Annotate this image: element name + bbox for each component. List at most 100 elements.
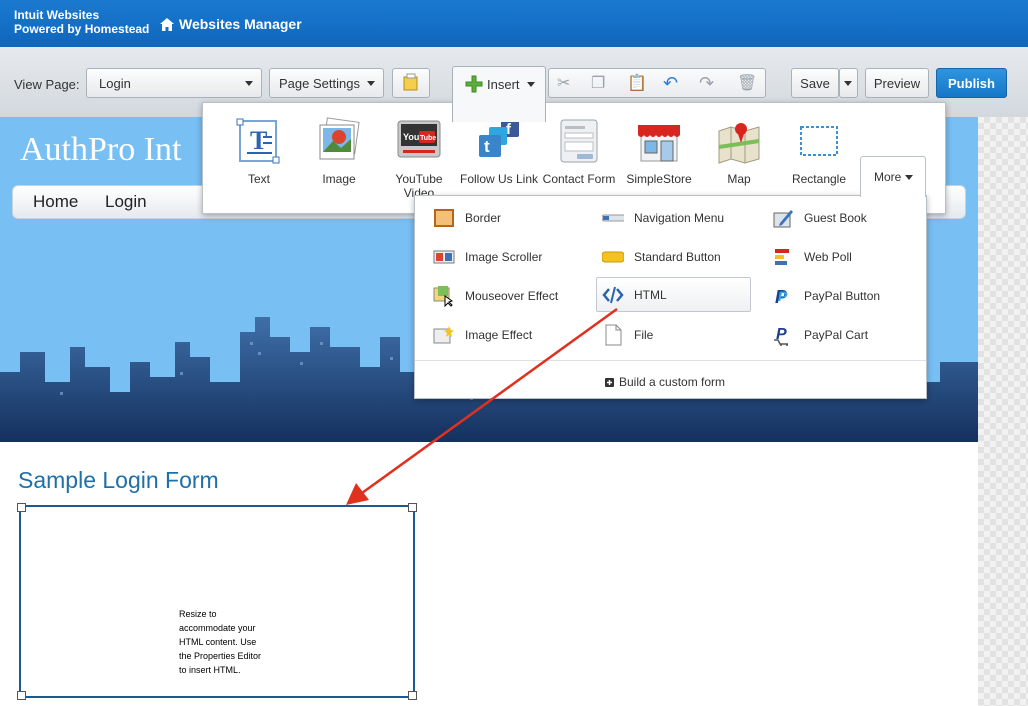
insert-text-label: Text xyxy=(247,172,270,186)
svg-text:T: T xyxy=(250,126,267,155)
save-options-button[interactable] xyxy=(839,68,858,98)
copy-icon[interactable]: ❐ xyxy=(591,73,605,93)
html-element-placeholder[interactable]: Resize to accommodate your HTML content.… xyxy=(17,503,417,700)
site-title[interactable]: AuthPro Int xyxy=(20,131,182,169)
paypal-cart-icon: P xyxy=(774,326,788,346)
scissors-icon[interactable]: ✂ xyxy=(557,73,570,93)
publish-button[interactable]: Publish xyxy=(936,68,1007,98)
more-button[interactable]: More xyxy=(860,156,926,197)
menu-item-html[interactable]: HTML xyxy=(596,277,751,312)
insert-youtube[interactable]: You Tube YouTube Video xyxy=(379,117,459,200)
rectangle-icon xyxy=(800,126,838,156)
navigation-menu-icon xyxy=(602,214,624,222)
insert-rectangle[interactable]: Rectangle xyxy=(779,117,859,186)
menu-item-image-scroller[interactable]: Image Scroller xyxy=(433,242,542,272)
menu-item-mouseover-effect[interactable]: Mouseover Effect xyxy=(433,281,558,311)
nav-home[interactable]: Home xyxy=(33,192,78,212)
menu-item-label: PayPal Button xyxy=(804,289,881,303)
menu-item-navigation-menu[interactable]: Navigation Menu xyxy=(602,203,724,233)
menu-item-label: Navigation Menu xyxy=(634,211,725,225)
insert-map-label: Map xyxy=(727,172,751,186)
placeholder-line: Resize to xyxy=(179,609,217,619)
insert-map[interactable]: Map xyxy=(699,117,779,186)
menu-item-paypal-button[interactable]: PP PayPal Button xyxy=(772,281,880,311)
image-icon xyxy=(319,117,360,160)
menu-item-paypal-cart[interactable]: P PayPal Cart xyxy=(772,320,868,350)
store-icon xyxy=(638,125,680,162)
insert-button[interactable]: Insert xyxy=(452,66,546,122)
placeholder-line: HTML content. Use xyxy=(179,637,257,647)
chevron-down-icon xyxy=(245,81,253,86)
menu-item-label: File xyxy=(634,328,654,342)
insert-follow-us-label: Follow Us Link xyxy=(459,172,539,186)
contact-form-icon xyxy=(560,119,598,163)
view-page-select[interactable]: Login xyxy=(86,68,262,98)
canvas-margin xyxy=(978,117,1028,706)
build-custom-form-link[interactable]: Build a custom form xyxy=(605,367,725,397)
menu-item-guest-book[interactable]: Guest Book xyxy=(772,203,867,233)
insert-follow-us[interactable]: f t Follow Us Link xyxy=(459,117,539,186)
placeholder-line: the Properties Editor xyxy=(179,651,262,661)
insert-contact-form-label: Contact Form xyxy=(542,172,616,186)
resize-handle-tl[interactable] xyxy=(17,503,26,512)
menu-divider xyxy=(415,360,926,361)
border-icon xyxy=(434,209,454,227)
build-custom-form-label: Build a custom form xyxy=(619,375,726,389)
insert-image[interactable]: Image xyxy=(299,117,379,186)
svg-text:t: t xyxy=(484,137,490,156)
plus-icon xyxy=(465,75,483,93)
map-icon xyxy=(718,123,760,164)
nav-login[interactable]: Login xyxy=(105,192,147,212)
page-settings-button[interactable]: Page Settings xyxy=(269,68,384,98)
code-icon xyxy=(602,286,624,303)
chevron-down-icon xyxy=(367,81,375,86)
menu-item-standard-button[interactable]: Standard Button xyxy=(602,242,721,272)
view-page-value: Login xyxy=(99,75,131,91)
insert-simplestore[interactable]: SimpleStore xyxy=(619,117,699,186)
chevron-down-icon xyxy=(905,174,914,180)
menu-item-label: HTML xyxy=(634,287,667,302)
resize-handle-tr[interactable] xyxy=(408,503,417,512)
menu-item-label: Image Effect xyxy=(465,328,533,342)
save-button[interactable]: Save xyxy=(791,68,839,98)
html-placeholder-text: Resize to accommodate your HTML content.… xyxy=(179,607,289,677)
youtube-icon: You Tube xyxy=(397,120,441,158)
websites-manager-link[interactable]: Websites Manager xyxy=(160,16,302,32)
menu-item-file[interactable]: File xyxy=(602,320,653,350)
menu-item-image-effect[interactable]: Image Effect xyxy=(433,320,532,350)
redo-icon[interactable]: ↷ xyxy=(699,73,714,94)
guest-book-icon xyxy=(773,210,793,228)
image-effect-icon xyxy=(433,326,454,344)
insert-rectangle-label: Rectangle xyxy=(791,172,847,186)
websites-manager-label: Websites Manager xyxy=(179,16,302,32)
svg-text:Tube: Tube xyxy=(420,135,436,142)
insert-image-label: Image xyxy=(322,172,356,186)
menu-item-label: Border xyxy=(465,211,502,225)
menu-item-web-poll[interactable]: Web Poll xyxy=(772,242,852,272)
button-icon xyxy=(602,251,624,263)
chevron-down-icon xyxy=(526,81,535,87)
resize-handle-br[interactable] xyxy=(408,691,417,700)
form-title[interactable]: Sample Login Form xyxy=(18,467,219,494)
trash-icon[interactable]: 🗑 xyxy=(737,73,757,93)
menu-item-label: Web Poll xyxy=(804,250,852,264)
poll-icon xyxy=(775,249,789,265)
plus-square-icon xyxy=(605,377,614,387)
menu-item-label: Mouseover Effect xyxy=(465,289,559,303)
edit-actions-group: ✂ ❐ 📋 ↶ ↷ 🗑 xyxy=(548,68,766,98)
insert-contact-form[interactable]: Contact Form xyxy=(539,117,619,186)
insert-text[interactable]: T Text xyxy=(219,117,299,186)
menu-item-label: PayPal Cart xyxy=(804,328,869,342)
placeholder-line: accommodate your xyxy=(179,623,256,633)
menu-item-border[interactable]: Border xyxy=(433,203,501,233)
menu-item-label: Standard Button xyxy=(634,250,721,264)
preview-button[interactable]: Preview xyxy=(865,68,929,98)
undo-icon[interactable]: ↶ xyxy=(663,73,678,94)
placeholder-line: to insert HTML. xyxy=(179,665,241,675)
more-label: More xyxy=(874,170,902,184)
paste-icon[interactable]: 📋 xyxy=(627,73,647,93)
page-notes-button[interactable] xyxy=(392,68,430,98)
save-label: Save xyxy=(800,75,830,91)
resize-handle-bl[interactable] xyxy=(17,691,26,700)
menu-item-label: Guest Book xyxy=(804,211,867,225)
